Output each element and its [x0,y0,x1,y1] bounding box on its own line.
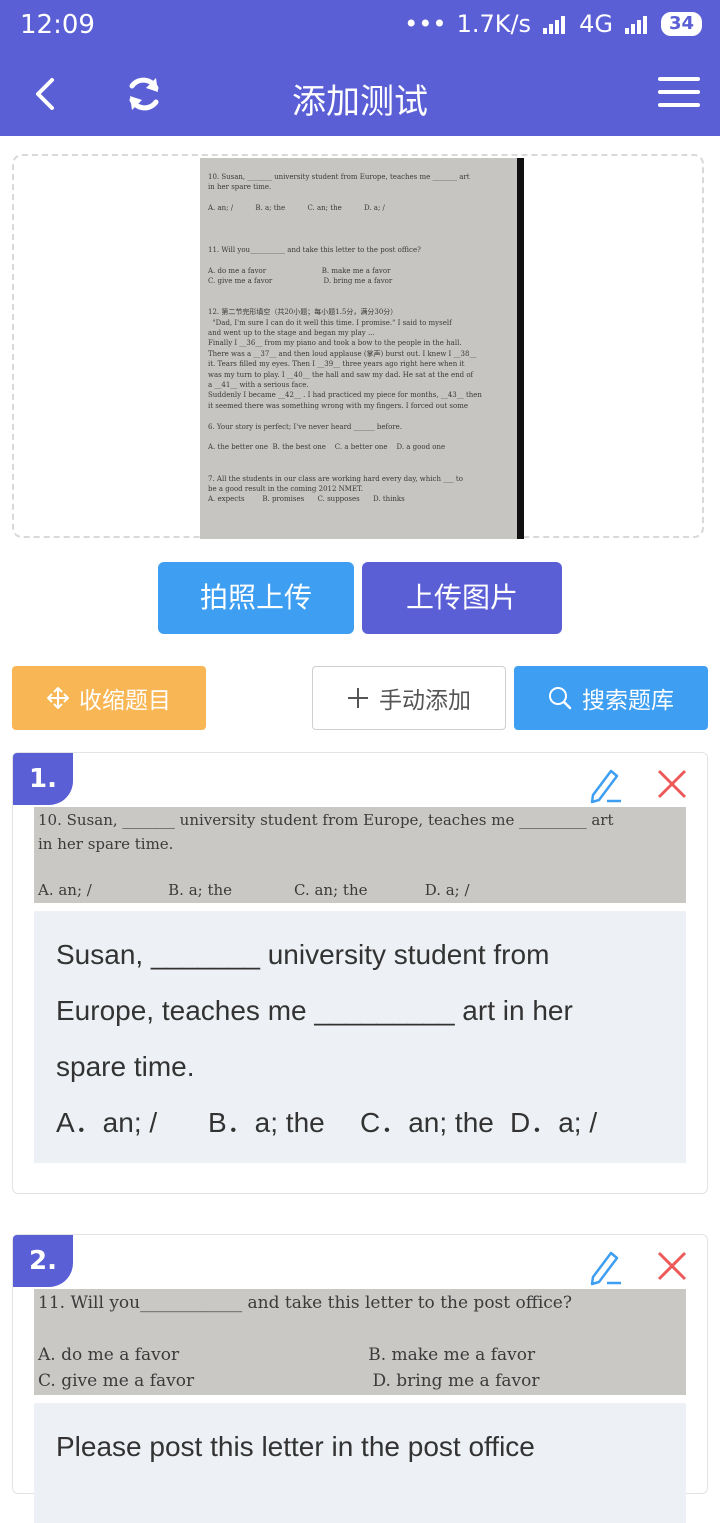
scan-line: in her spare time. [38,835,174,853]
answer-options: A．an; / B．a; the C．an; the D．a; / [56,1095,664,1151]
photo-text-line: Suddenly I became __42__ . I had practic… [208,391,482,400]
photo-text-line: "Dad, I'm sure I can do it well this tim… [208,318,452,327]
question-text-line: Europe, teaches me _________ art in her [56,995,573,1026]
edit-pencil-icon[interactable] [587,1247,623,1287]
question-text-line: Susan, _______ university student from [56,939,550,970]
plus-icon [348,688,368,708]
search-icon [549,687,572,710]
option-a: A．an; / [56,1107,158,1138]
delete-x-icon[interactable] [657,1251,687,1281]
battery-icon: 34 [660,12,702,36]
scan-line: A. an; / B. a; the C. an; the D. a; / [38,881,470,899]
photo-text-line: A. do me a favor B. make me a favor [208,266,391,275]
collapse-label: 收缩题目 [79,688,171,714]
photo-text-line: was my turn to play. I __40__ the hall a… [208,370,474,379]
question-number: 2. [13,1235,73,1287]
photo-text-line: 6. Your story is perfect; I've never hea… [208,422,403,431]
photo-text-line: A. expects B. promises C. supposes D. th… [208,495,405,504]
question-card: 1. 10. Susan, _______ university student… [12,752,708,1194]
take-photo-button[interactable]: 拍照上传 [158,562,354,634]
signal-icon-2 [624,16,647,34]
uploaded-test-photo[interactable]: 10. Susan, _______ university student fr… [200,158,524,539]
photo-text-line: it. Tears filled my eyes. Then I __39__ … [208,360,465,369]
photo-text-line: 7. All the students in our class are wor… [208,474,463,483]
manual-add-button[interactable]: 手动添加 [312,666,506,730]
photo-text-line: A. an; / B. a; the C. an; the D. a; / [208,204,385,213]
move-arrows-icon [47,687,69,709]
question-text-line: spare time. [56,1051,195,1082]
photo-text-line: be a good result in the coming 2012 NMET… [208,485,363,493]
app-header: 添加测试 [0,52,720,136]
question-recognized-text[interactable]: Susan, _______ university student from E… [34,911,686,1163]
photo-text-line: a __41__ with a serious face. [208,381,309,389]
photo-text-line: C. give me a favor D. bring me a favor [208,277,393,285]
network-speed: 1.7K/s [456,10,532,38]
delete-x-icon[interactable] [657,769,687,799]
status-time: 12:09 [20,10,95,40]
photo-edge [517,158,524,539]
signal-icon [543,16,566,34]
network-type: 4G [579,10,613,38]
option-c: C．an; the [360,1107,494,1138]
question-text-line: Please post this letter in the post offi… [56,1431,535,1462]
edit-pencil-icon[interactable] [587,765,623,805]
question-recognized-text[interactable]: Please post this letter in the post offi… [34,1403,686,1523]
status-bar: 12:09 ••• 1.7K/s 4G 34 [0,0,720,52]
photo-text-line: 12. 第二节完形填空（共20小题；每小题1.5分，满分30分） [208,308,398,317]
photo-text-line: it seemed there was something wrong with… [208,401,468,410]
status-indicators: ••• 1.7K/s 4G 34 [404,10,702,38]
scan-line: 11. Will you____________ and take this l… [38,1293,572,1313]
option-b: B．a; the [208,1107,325,1138]
scan-line: A. do me a favor B. make me a favor [38,1345,536,1365]
manual-add-label: 手动添加 [379,688,471,714]
photo-text-line: 10. Susan, _______ university student fr… [208,173,470,181]
upload-image-button[interactable]: 上传图片 [362,562,562,634]
photo-text-line: and went up to the stage and began my pl… [208,329,375,337]
menu-icon[interactable] [658,74,700,110]
status-dots: ••• [404,10,447,38]
photo-text-line: There was a __37__ and then loud applaus… [208,349,477,358]
search-bank-button[interactable]: 搜索题库 [514,666,708,730]
option-d: D．a; / [510,1107,598,1138]
collapse-questions-button[interactable]: 收缩题目 [12,666,206,730]
question-card: 2. 11. Will you____________ and take thi… [12,1234,708,1523]
page-title: 添加测试 [292,82,428,122]
question-number: 1. [13,753,73,805]
photo-text-line: Finally I __36__ from my piano and took … [208,339,462,348]
search-bank-label: 搜索题库 [582,688,674,714]
photo-text-line: A. the better one B. the best one C. a b… [208,443,446,452]
question-scan-image: 11. Will you____________ and take this l… [34,1289,686,1395]
photo-text-line: in her spare time. [208,183,272,192]
scan-line: 10. Susan, _______ university student fr… [38,811,614,829]
photo-text-line: 11. Will you__________ and take this let… [208,245,421,254]
question-scan-image: 10. Susan, _______ university student fr… [34,807,686,903]
scan-line: C. give me a favor D. bring me a favor [38,1371,540,1391]
